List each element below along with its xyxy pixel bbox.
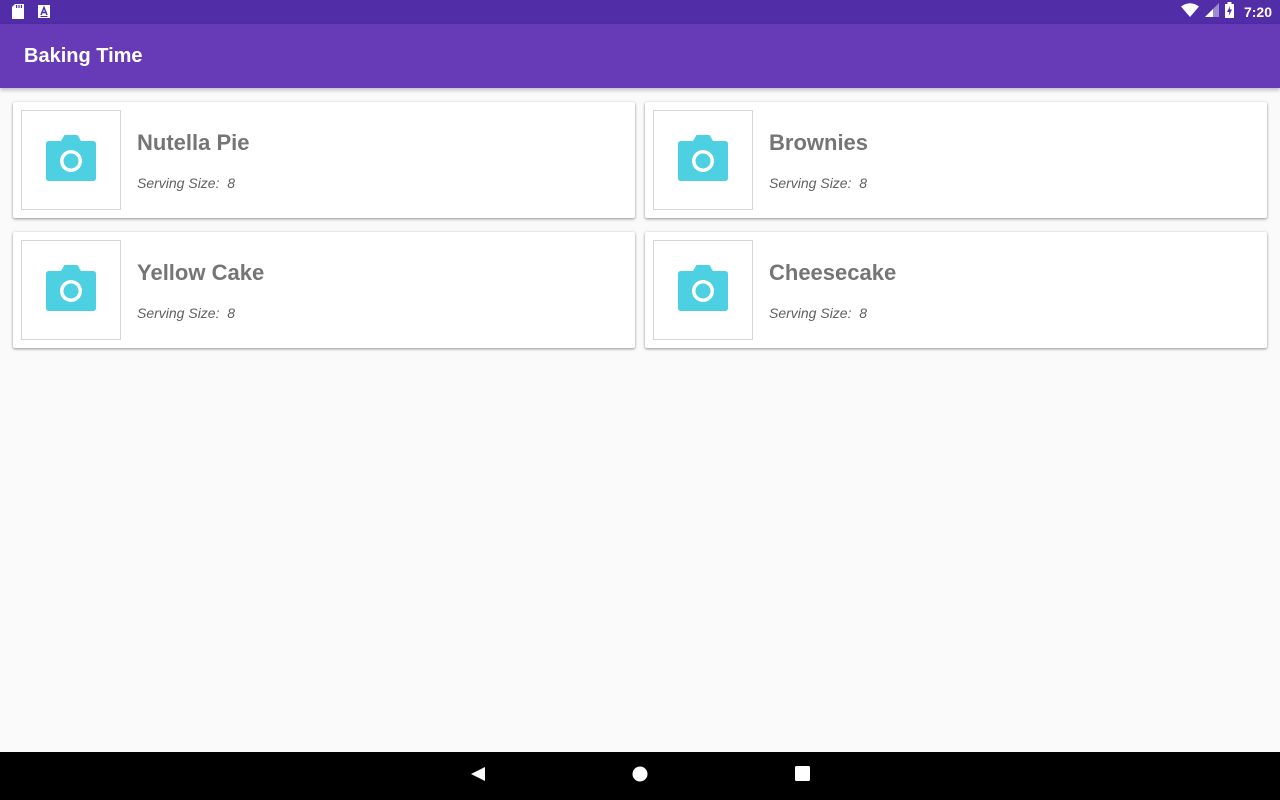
app-title: Baking Time (24, 45, 143, 67)
serving-size-value: 8 (859, 305, 868, 321)
recipe-thumbnail (21, 240, 121, 340)
serving-size-label: Serving Size: (137, 175, 220, 191)
cell-signal-icon (1204, 2, 1219, 22)
wifi-icon (1180, 2, 1199, 22)
serving-size-value: 8 (859, 175, 868, 191)
serving-size: Serving Size: 8 (769, 305, 867, 321)
recipe-card-yellow-cake[interactable]: Yellow Cake Serving Size: 8 (13, 232, 635, 348)
navigation-bar (0, 752, 1280, 800)
recipe-card-cheesecake[interactable]: Cheesecake Serving Size: 8 (645, 232, 1267, 348)
serving-size: Serving Size: 8 (769, 175, 867, 191)
recipe-name: Cheesecake (769, 260, 897, 285)
recipe-thumbnail (653, 110, 753, 210)
camera-icon (46, 134, 96, 186)
recipe-thumbnail (21, 110, 121, 210)
status-system-icons: 7:20 (1180, 0, 1272, 24)
sd-card-icon (12, 4, 24, 24)
camera-icon (678, 264, 728, 316)
serving-size: Serving Size: 8 (137, 305, 235, 321)
serving-size-label: Serving Size: (769, 305, 852, 321)
back-icon (470, 766, 486, 787)
serving-size: Serving Size: 8 (137, 175, 235, 191)
camera-icon (46, 264, 96, 316)
recipe-card-nutella-pie[interactable]: Nutella Pie Serving Size: 8 (13, 102, 635, 218)
recipe-thumbnail (653, 240, 753, 340)
text-notification-icon (38, 5, 50, 23)
recents-icon (794, 766, 810, 786)
status-time: 7:20 (1243, 4, 1272, 20)
home-icon (632, 766, 648, 787)
recipe-name: Yellow Cake (137, 260, 265, 285)
home-button[interactable] (624, 760, 656, 792)
app-bar: Baking Time (0, 24, 1280, 88)
recipe-grid: Nutella Pie Serving Size: 8 Brownies Ser… (13, 102, 1268, 348)
status-bar: 7:20 (0, 0, 1280, 24)
camera-icon (678, 134, 728, 186)
back-button[interactable] (462, 760, 494, 792)
recipe-card-brownies[interactable]: Brownies Serving Size: 8 (645, 102, 1267, 218)
recents-button[interactable] (786, 760, 818, 792)
battery-charging-icon (1224, 1, 1234, 23)
recipe-name: Nutella Pie (137, 130, 250, 155)
status-notifications (12, 4, 50, 24)
serving-size-value: 8 (227, 175, 236, 191)
serving-size-value: 8 (227, 305, 236, 321)
recipe-name: Brownies (769, 130, 869, 155)
serving-size-label: Serving Size: (769, 175, 852, 191)
serving-size-label: Serving Size: (137, 305, 220, 321)
